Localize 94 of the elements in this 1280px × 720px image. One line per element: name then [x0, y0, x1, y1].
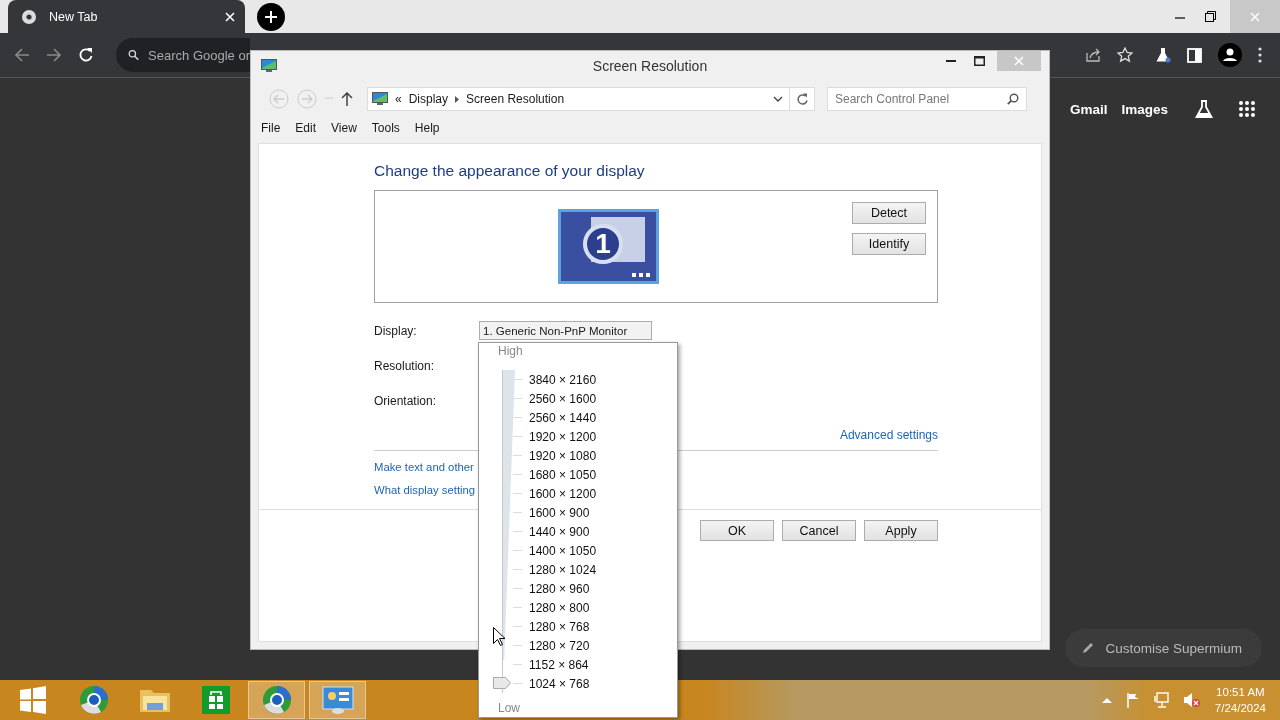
chevron-down-icon[interactable]: [773, 96, 783, 102]
resolution-option[interactable]: 1920 × 1080: [529, 448, 597, 463]
resolution-option[interactable]: 2560 × 1440: [529, 410, 597, 425]
clock-date: 7/24/2024: [1214, 701, 1266, 716]
taskbar-button[interactable]: [309, 681, 366, 719]
resolution-option[interactable]: 2560 × 1600: [529, 391, 597, 406]
resolution-option[interactable]: 1280 × 720: [529, 638, 590, 653]
close-icon: [1250, 11, 1260, 22]
monitor-icon: [261, 58, 277, 73]
browser-logo-icon: [21, 8, 37, 25]
control-panel-icon: [321, 686, 354, 714]
resolution-option[interactable]: 1152 × 864: [529, 657, 589, 672]
monitor-icon: [372, 92, 388, 106]
refresh-button[interactable]: [789, 87, 815, 111]
refresh-icon: [795, 92, 809, 106]
flask-icon[interactable]: [1155, 47, 1171, 63]
resolution-option[interactable]: 1024 × 768: [529, 676, 590, 691]
help-link[interactable]: What display setting: [374, 484, 476, 496]
restore-icon[interactable]: [1205, 11, 1216, 22]
header-link[interactable]: Images: [1121, 101, 1168, 117]
menu-item[interactable]: Edit: [295, 121, 317, 135]
share-icon[interactable]: [1085, 47, 1101, 63]
high-label: High: [498, 344, 524, 358]
resolution-option[interactable]: 1280 × 1024: [529, 562, 597, 577]
resolution-option[interactable]: 1600 × 900: [529, 505, 590, 520]
resolution-option[interactable]: 1280 × 960: [529, 581, 590, 596]
caret-up-icon[interactable]: [1101, 697, 1112, 703]
maximize-icon[interactable]: [974, 56, 985, 66]
flag-icon[interactable]: [1124, 692, 1141, 708]
resolution-slider-track[interactable]: [502, 370, 517, 693]
star-icon[interactable]: [1117, 47, 1133, 63]
forward-arrow-icon[interactable]: [46, 47, 62, 63]
new-tab-icon[interactable]: [257, 2, 285, 31]
breadcrumb-item[interactable]: Screen Resolution: [466, 92, 565, 106]
resolution-option[interactable]: 1680 × 1050: [529, 467, 597, 482]
menu-item[interactable]: View: [331, 121, 357, 135]
menu-item[interactable]: Help: [414, 121, 440, 135]
breadcrumb-item[interactable]: Display: [408, 92, 449, 106]
window-title: Screen Resolution: [592, 57, 708, 74]
resolution-option[interactable]: 1280 × 768: [529, 619, 590, 634]
slider-thumb[interactable]: [493, 677, 511, 689]
menu-item[interactable]: File: [261, 121, 281, 135]
minimize-icon[interactable]: [946, 59, 956, 63]
pencil-icon: [1081, 641, 1096, 655]
taskbar-button[interactable]: [248, 681, 305, 719]
apps-grid-icon[interactable]: [1238, 100, 1256, 118]
resolution-option[interactable]: 1600 × 1200: [529, 486, 597, 501]
close-icon: [1014, 56, 1024, 66]
help-link[interactable]: Make text and other: [374, 461, 474, 473]
customise-button[interactable]: Customise Supermium: [1065, 629, 1262, 667]
windows-logo-icon: [18, 686, 47, 714]
browser-tab[interactable]: New Tab: [8, 0, 245, 33]
reload-icon[interactable]: [78, 47, 94, 63]
action-button[interactable]: Detect: [852, 202, 926, 224]
action-button[interactable]: Identify: [852, 233, 926, 255]
search-icon: [128, 48, 140, 62]
profile-avatar-icon[interactable]: [1218, 43, 1242, 67]
close-icon[interactable]: [225, 11, 235, 22]
speaker-muted-icon[interactable]: [1182, 692, 1201, 708]
flask-icon[interactable]: [1194, 99, 1214, 119]
store-icon: [201, 686, 230, 714]
dialog-button[interactable]: Cancel: [782, 520, 856, 541]
address-field[interactable]: « Display Screen Resolution: [367, 87, 790, 111]
page-heading: Change the appearance of your display: [374, 162, 646, 180]
search-field[interactable]: Search Control Panel: [827, 87, 1027, 111]
resolution-option[interactable]: 1920 × 1200: [529, 429, 597, 444]
field-label: Resolution:: [374, 358, 436, 373]
address-bar[interactable]: Search Google or: [116, 38, 250, 72]
side-panel-icon[interactable]: [1187, 47, 1202, 63]
low-label: Low: [498, 701, 521, 715]
header-link[interactable]: Gmail: [1069, 101, 1108, 117]
mouse-cursor-icon: [493, 627, 505, 646]
resolution-option[interactable]: 1280 × 800: [529, 600, 590, 615]
resolution-option[interactable]: 1400 × 1050: [529, 543, 597, 558]
resolution-option[interactable]: 3840 × 2160: [529, 372, 597, 387]
browser-icon: [78, 685, 109, 715]
search-icon: [1007, 93, 1019, 105]
browser-icon: [261, 685, 292, 715]
back-arrow-icon[interactable]: [14, 47, 30, 63]
menu-item[interactable]: Tools: [371, 121, 400, 135]
clock-time: 10:51 AM: [1216, 685, 1265, 700]
dialog-button[interactable]: OK: [700, 520, 774, 541]
display-dropdown[interactable]: 1. Generic Non-PnP Monitor: [479, 321, 652, 340]
menu-icon[interactable]: [1258, 47, 1262, 63]
dialog-button[interactable]: Apply: [864, 520, 938, 541]
chevron-right-icon[interactable]: [455, 95, 460, 103]
resolution-option[interactable]: 1440 × 900: [529, 524, 590, 539]
field-label: Orientation:: [374, 393, 438, 408]
up-arrow-icon[interactable]: [341, 92, 353, 106]
field-label: Display:: [374, 323, 418, 338]
advanced-settings-link[interactable]: Advanced settings: [839, 428, 938, 442]
monitor-drawing[interactable]: 1: [558, 209, 659, 284]
breadcrumb-overflow[interactable]: «: [395, 92, 402, 106]
tab-title: New Tab: [49, 9, 99, 24]
